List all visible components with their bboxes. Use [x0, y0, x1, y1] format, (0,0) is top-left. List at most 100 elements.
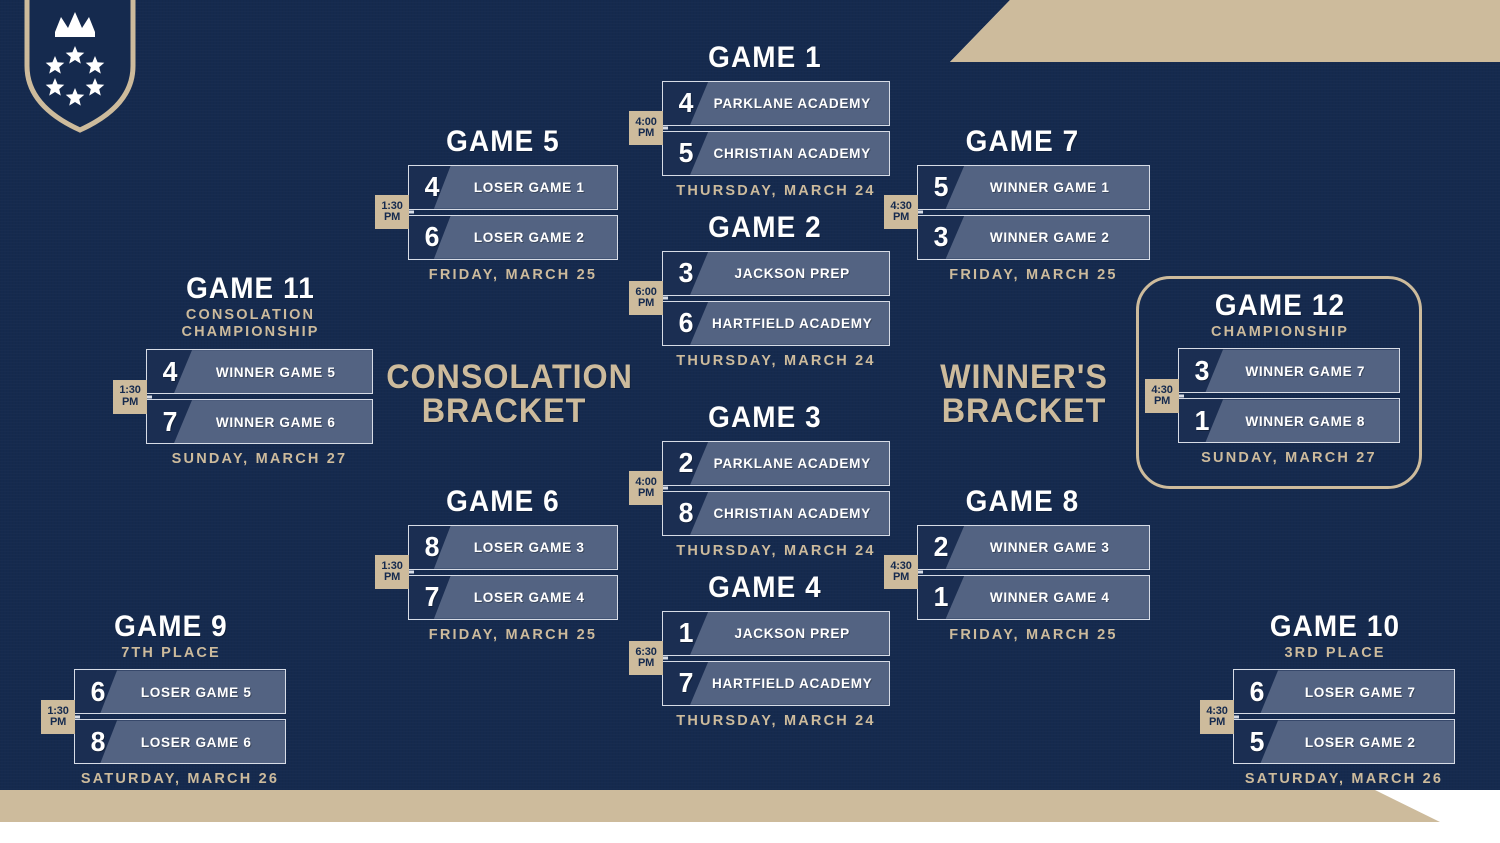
team-name: WINNER GAME 3 [989, 539, 1110, 556]
game-title: GAME 12 [1214, 289, 1346, 322]
time-meridiem: PM [637, 487, 655, 500]
team-name: HARTFIELD ACADEMY [712, 675, 873, 692]
matchup-row[interactable]: 6 LOSER GAME 5 [74, 669, 286, 715]
time-meridiem: PM [892, 571, 910, 584]
matchup-row[interactable]: 6 HARTFIELD ACADEMY [662, 300, 890, 346]
seed-number: 4 [424, 171, 440, 203]
team-name: WINNER GAME 8 [1245, 412, 1366, 429]
game-date: THURSDAY, MARCH 24 [676, 712, 876, 729]
tipoff-time-badge: 1:30 PM [113, 379, 147, 414]
team-name: WINNER GAME 1 [989, 179, 1110, 196]
matchup-row[interactable]: 3 WINNER GAME 7 [1178, 348, 1400, 394]
matchup-row[interactable]: 4 PARKLANE ACADEMY [662, 80, 890, 126]
matchup-row[interactable]: 2 PARKLANE ACADEMY [662, 440, 890, 486]
tipoff-time-badge: 1:30 PM [375, 555, 409, 590]
matchup-row[interactable]: 8 CHRISTIAN ACADEMY [662, 490, 890, 536]
seed-number: 4 [678, 87, 694, 119]
game-date: SATURDAY, MARCH 26 [80, 771, 280, 788]
matchup-rows: 4:30 PM 3 WINNER GAME 7 1 WINNER GAME 8 [1145, 348, 1400, 444]
seed-number: 7 [678, 667, 694, 699]
seed-number: 8 [90, 725, 106, 757]
matchup-row[interactable]: 3 JACKSON PREP [662, 250, 890, 296]
matchup-row[interactable]: 7 HARTFIELD ACADEMY [662, 660, 890, 706]
game-card-game-4[interactable]: GAME 4 6:30 PM 1 JACKSON PREP 7 HARTFIEL… [629, 571, 890, 729]
matchup-row[interactable]: 1 WINNER GAME 8 [1178, 398, 1400, 444]
matchup-row[interactable]: 5 WINNER GAME 1 [917, 164, 1150, 210]
game-date: THURSDAY, MARCH 24 [676, 352, 876, 369]
team-name: LOSER GAME 7 [1304, 683, 1416, 700]
game-card-game-8[interactable]: GAME 8 4:30 PM 2 WINNER GAME 3 1 WINNER … [884, 486, 1150, 643]
tipoff-time-badge: 4:00 PM [629, 111, 663, 146]
seed-number: 6 [424, 221, 440, 253]
team-name: LOSER GAME 6 [140, 733, 252, 750]
matchup-rows: 1:30 PM 4 LOSER GAME 1 6 LOSER GAME 2 [375, 164, 618, 260]
matchup-row[interactable]: 2 WINNER GAME 3 [917, 524, 1150, 570]
seed-number: 3 [678, 257, 694, 289]
time-meridiem: PM [637, 297, 655, 310]
matchup-rows: 6:30 PM 1 JACKSON PREP 7 HARTFIELD ACADE… [629, 610, 890, 706]
matchup-row[interactable]: 6 LOSER GAME 2 [408, 214, 618, 260]
seed-number: 6 [1249, 675, 1265, 707]
seed-number: 5 [678, 137, 694, 169]
tipoff-time-badge: 1:30 PM [375, 195, 409, 230]
time-meridiem: PM [121, 395, 139, 408]
game-card-game-1[interactable]: GAME 1 4:00 PM 4 PARKLANE ACADEMY 5 CHRI… [629, 41, 890, 199]
matchup-row[interactable]: 7 WINNER GAME 6 [146, 399, 373, 445]
game-title: GAME 2 [708, 211, 822, 244]
game-date: FRIDAY, MARCH 25 [949, 626, 1118, 643]
matchup-rows: 4:00 PM 2 PARKLANE ACADEMY 8 CHRISTIAN A… [629, 440, 890, 536]
game-title: GAME 4 [708, 571, 822, 604]
team-name: LOSER GAME 5 [140, 683, 252, 700]
seed-number: 1 [933, 581, 949, 613]
game-title: GAME 1 [708, 41, 822, 74]
team-name: WINNER GAME 2 [989, 229, 1110, 246]
matchup-row[interactable]: 1 WINNER GAME 4 [917, 574, 1150, 620]
matchup-rows: 4:30 PM 6 LOSER GAME 7 5 LOSER GAME 2 [1200, 669, 1455, 765]
seed-number: 5 [933, 171, 949, 203]
team-name: WINNER GAME 4 [989, 589, 1110, 606]
game-card-game-12[interactable]: GAME 12 CHAMPIONSHIP 4:30 PM 3 WINNER GA… [1145, 289, 1400, 467]
matchup-row[interactable]: 5 CHRISTIAN ACADEMY [662, 130, 890, 176]
game-card-game-7[interactable]: GAME 7 4:30 PM 5 WINNER GAME 1 3 WINNER … [884, 125, 1150, 283]
seed-number: 5 [1249, 725, 1265, 757]
game-card-game-5[interactable]: GAME 5 1:30 PM 4 LOSER GAME 1 6 LOSER GA… [375, 125, 618, 283]
game-card-game-11[interactable]: GAME 11 CONSOLATION CHAMPIONSHIP 1:30 PM… [113, 273, 373, 467]
seed-number: 2 [933, 531, 949, 563]
seed-number: 1 [1194, 404, 1210, 436]
game-title: GAME 9 [114, 610, 228, 643]
matchup-row[interactable]: 7 LOSER GAME 4 [408, 574, 618, 620]
game-card-game-2[interactable]: GAME 2 6:00 PM 3 JACKSON PREP 6 HARTFIEL… [629, 211, 890, 369]
matchup-row[interactable]: 4 LOSER GAME 1 [408, 164, 618, 210]
game-date: THURSDAY, MARCH 24 [676, 182, 876, 199]
tipoff-time-badge: 4:30 PM [1200, 699, 1234, 734]
matchup-row[interactable]: 8 LOSER GAME 6 [74, 719, 286, 765]
game-date: FRIDAY, MARCH 25 [949, 266, 1118, 283]
tipoff-time-badge: 4:30 PM [884, 555, 918, 590]
team-name: JACKSON PREP [734, 265, 850, 282]
game-title: GAME 5 [446, 125, 560, 158]
seed-number: 6 [678, 307, 694, 339]
game-card-game-3[interactable]: GAME 3 4:00 PM 2 PARKLANE ACADEMY 8 CHRI… [629, 402, 890, 559]
game-date: SATURDAY, MARCH 26 [1244, 771, 1444, 788]
matchup-row[interactable]: 3 WINNER GAME 2 [917, 214, 1150, 260]
game-title: GAME 7 [965, 125, 1080, 158]
time-meridiem: PM [383, 211, 401, 224]
game-card-game-10[interactable]: GAME 10 3RD PLACE 4:30 PM 6 LOSER GAME 7… [1200, 610, 1455, 788]
matchup-rows: 6:00 PM 3 JACKSON PREP 6 HARTFIELD ACADE… [629, 250, 890, 346]
game-date: SUNDAY, MARCH 27 [1201, 450, 1377, 467]
seed-number: 1 [678, 617, 694, 649]
time-meridiem: PM [1153, 394, 1171, 407]
bracket-canvas: CONSOLATION BRACKET WINNER'S BRACKET GAM… [0, 0, 1500, 843]
time-meridiem: PM [637, 657, 655, 670]
matchup-row[interactable]: 4 WINNER GAME 5 [146, 349, 373, 395]
matchup-rows: 1:30 PM 8 LOSER GAME 3 7 LOSER GAME 4 [375, 524, 618, 620]
game-card-game-9[interactable]: GAME 9 7TH PLACE 1:30 PM 6 LOSER GAME 5 … [41, 610, 286, 788]
matchup-row[interactable]: 8 LOSER GAME 3 [408, 524, 618, 570]
matchup-row[interactable]: 1 JACKSON PREP [662, 610, 890, 656]
matchup-row[interactable]: 6 LOSER GAME 7 [1233, 669, 1455, 715]
seed-number: 7 [424, 581, 440, 613]
matchup-row[interactable]: 5 LOSER GAME 2 [1233, 719, 1455, 765]
tipoff-time-badge: 4:30 PM [1145, 378, 1179, 413]
game-card-game-6[interactable]: GAME 6 1:30 PM 8 LOSER GAME 3 7 LOSER GA… [375, 486, 618, 643]
game-title: GAME 10 [1269, 610, 1401, 643]
